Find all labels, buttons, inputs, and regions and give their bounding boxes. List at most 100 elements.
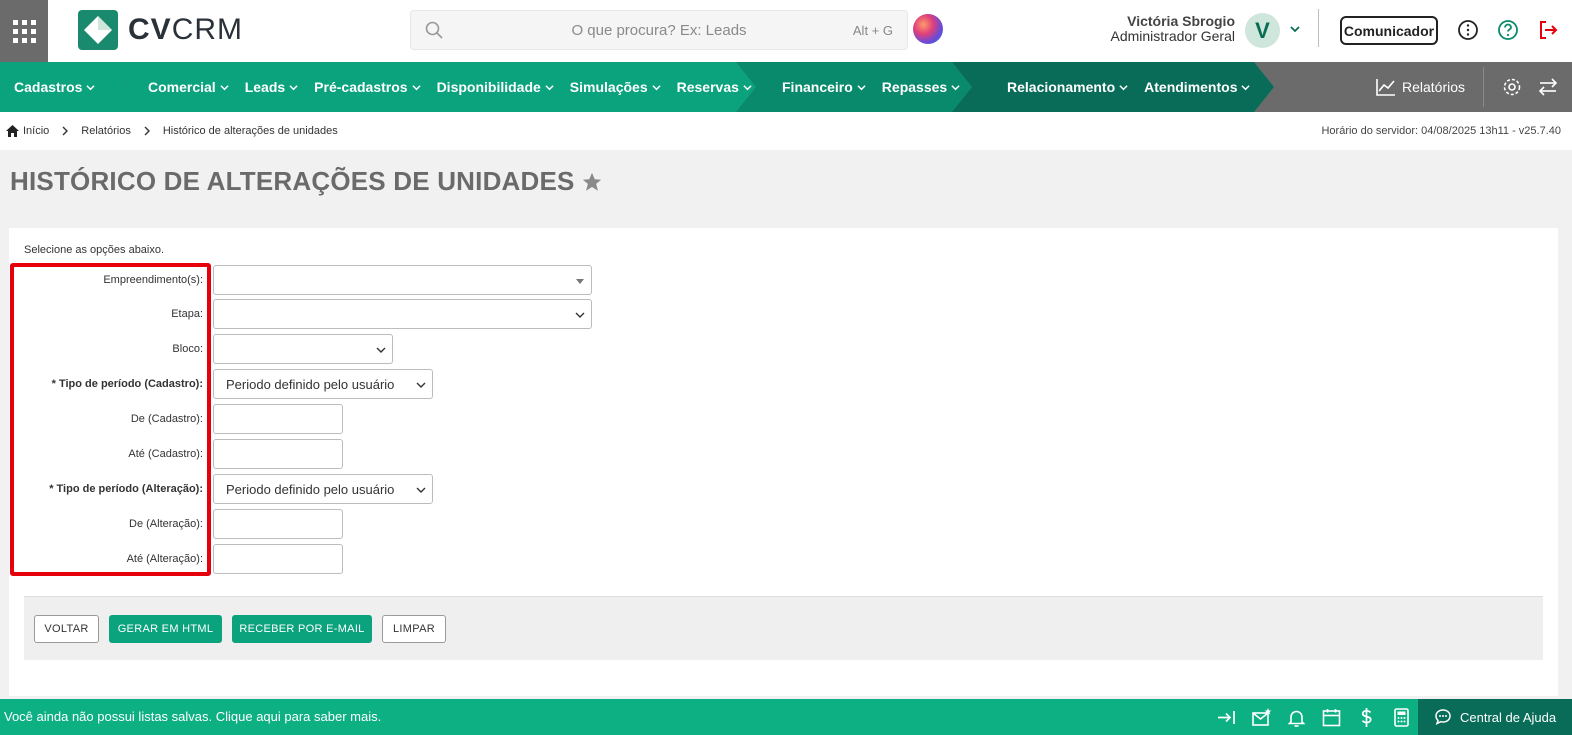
saved-lists-message[interactable]: Você ainda não possui listas salvas. Cli… — [4, 709, 381, 724]
ate-alteracao-input[interactable] — [213, 544, 343, 574]
assistant-orb-icon[interactable] — [913, 14, 943, 44]
nav-item-repasses[interactable]: Repasses — [874, 79, 968, 95]
chevron-down-icon — [743, 83, 752, 92]
gear-icon[interactable] — [1502, 77, 1522, 97]
chevron-down-icon — [412, 83, 421, 92]
bell-icon[interactable] — [1286, 707, 1307, 728]
search-shortcut: Alt + G — [852, 23, 893, 38]
help-icon[interactable] — [1497, 19, 1519, 41]
etapa-select[interactable] — [213, 299, 592, 329]
ate-cadastro-input[interactable] — [213, 439, 343, 469]
nav-item-pre-cadastros[interactable]: Pré-cadastros — [306, 79, 428, 95]
top-bar: CVCRM O que procura? Ex: Leads Alt + G V… — [0, 0, 1572, 62]
chevron-down-icon — [857, 83, 866, 92]
generate-html-button[interactable]: GERAR EM HTML — [109, 615, 222, 643]
chevron-down-icon — [1119, 83, 1128, 92]
empreendimento-select[interactable] — [213, 265, 592, 295]
reports-label: Relatórios — [1401, 79, 1465, 95]
user-role: Administrador Geral — [1110, 28, 1236, 44]
nav-item-relacionamento[interactable]: Relacionamento — [999, 79, 1136, 95]
search-bar[interactable]: O que procura? Ex: Leads Alt + G — [410, 10, 908, 50]
nav-label: Cadastros — [14, 79, 83, 95]
info-icon[interactable] — [1457, 19, 1479, 41]
dollar-icon[interactable] — [1356, 707, 1377, 728]
calendar-icon[interactable] — [1321, 707, 1342, 728]
logout-icon[interactable] — [1537, 19, 1559, 41]
de-cadastro-input[interactable] — [213, 404, 343, 434]
star-icon[interactable] — [581, 171, 603, 193]
field-value: Periodo definido pelo usuário — [226, 377, 395, 392]
highlight-box — [10, 263, 211, 576]
reports-link[interactable]: Relatórios — [1358, 78, 1483, 96]
nav-item-simulacoes[interactable]: Simulações — [562, 79, 669, 95]
chevron-down-icon — [220, 83, 229, 92]
form-intro: Selecione as opções abaixo. — [24, 244, 165, 256]
nav-group-cadastros: Cadastros — [0, 62, 128, 112]
chevron-right-icon — [62, 126, 69, 136]
nav-item-financeiro[interactable]: Financeiro — [774, 79, 874, 95]
communicator-button[interactable]: Comunicador — [1340, 16, 1438, 45]
user-info[interactable]: Victória Sbrogio Administrador Geral — [1111, 14, 1236, 44]
chevron-down-icon — [86, 83, 95, 92]
nav-label: Comercial — [148, 79, 216, 95]
breadcrumb-label: Início — [23, 125, 50, 137]
field-value: Periodo definido pelo usuário — [226, 482, 395, 497]
logo-bold: CV — [128, 13, 172, 46]
main-nav: Cadastros Comercial Leads Pré-cadastros … — [0, 62, 1572, 112]
nav-label: Relacionamento — [1007, 79, 1116, 95]
chevron-down-icon — [545, 83, 554, 92]
chevron-down-icon — [416, 382, 426, 388]
chevron-right-icon — [144, 126, 150, 136]
nav-group-commercial: Comercial Leads Pré-cadastros Disponibil… — [108, 62, 756, 112]
nav-item-cadastros[interactable]: Cadastros — [6, 79, 103, 95]
apps-grid-button[interactable] — [0, 0, 48, 62]
bloco-select[interactable] — [213, 334, 393, 364]
home-icon — [6, 125, 19, 137]
chevron-down-icon[interactable] — [1289, 24, 1301, 34]
nav-item-leads[interactable]: Leads — [237, 79, 306, 95]
nav-label: Financeiro — [782, 79, 853, 95]
chevron-down-icon — [376, 347, 386, 353]
breadcrumb-home[interactable]: Início — [6, 125, 49, 137]
clear-button[interactable]: LIMPAR — [382, 615, 446, 643]
nav-item-disponibilidade[interactable]: Disponibilidade — [429, 79, 562, 95]
nav-item-comercial[interactable]: Comercial — [140, 79, 237, 95]
calculator-icon[interactable] — [1391, 707, 1412, 728]
page-title: HISTÓRICO DE ALTERAÇÕES DE UNIDADES — [10, 166, 575, 196]
chevron-down-icon — [1241, 83, 1250, 92]
nav-group-relationship: Relacionamento Atendimentos — [952, 62, 1274, 112]
logo[interactable]: CVCRM — [78, 10, 243, 50]
de-alteracao-input[interactable] — [213, 509, 343, 539]
nav-right: Relatórios — [1358, 62, 1572, 112]
grid-icon — [12, 19, 36, 43]
nav-label: Atendimentos — [1144, 79, 1238, 95]
nav-divider — [1483, 67, 1484, 107]
nav-label: Repasses — [881, 79, 948, 95]
nav-group-financial: Financeiro Repasses — [736, 62, 972, 112]
breadcrumb-reports[interactable]: Relatórios — [81, 125, 131, 137]
nav-label: Leads — [244, 79, 286, 95]
nav-label: Disponibilidade — [436, 79, 541, 95]
chevron-down-icon — [652, 83, 661, 92]
tipo-periodo-alteracao-select[interactable]: Periodo definido pelo usuário — [213, 474, 433, 504]
swap-arrows-icon[interactable] — [1538, 77, 1558, 97]
collapse-right-icon[interactable] — [1216, 707, 1237, 728]
avatar[interactable]: V — [1245, 13, 1280, 48]
breadcrumb-label: Histórico de alterações de unidades — [162, 125, 338, 137]
line-chart-icon — [1376, 79, 1395, 96]
nav-item-atendimentos[interactable]: Atendimentos — [1136, 79, 1258, 95]
chat-bubble-icon — [1435, 709, 1451, 725]
caret-down-icon — [576, 279, 584, 284]
help-center-button[interactable]: Central de Ajuda — [1418, 699, 1572, 735]
nav-item-reservas[interactable]: Reservas — [669, 79, 760, 95]
back-button[interactable]: VOLTAR — [34, 615, 99, 643]
tipo-periodo-cadastro-select[interactable]: Periodo definido pelo usuário — [213, 369, 433, 399]
mail-star-icon[interactable] — [1251, 707, 1272, 728]
server-time: Horário do servidor: 04/08/2025 13h11 - … — [1321, 125, 1561, 137]
header-divider — [1318, 9, 1319, 47]
chevron-down-icon — [289, 83, 298, 92]
cvcrm-logo-icon — [78, 10, 118, 50]
email-report-button[interactable]: RECEBER POR E-MAIL — [232, 615, 372, 643]
chevron-down-icon — [416, 487, 426, 493]
breadcrumb-current: Histórico de alterações de unidades — [163, 125, 338, 137]
